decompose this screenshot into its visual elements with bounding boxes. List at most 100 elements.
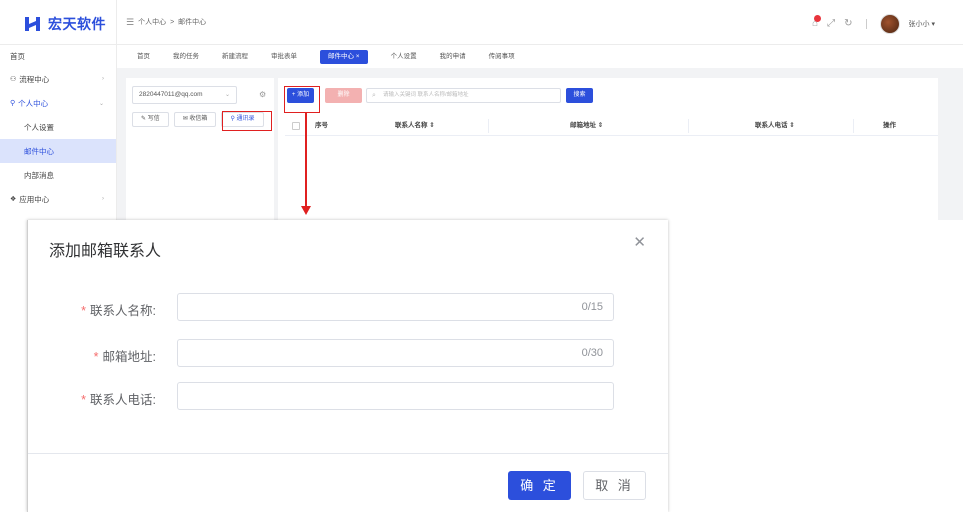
required-mark: * [81, 393, 87, 407]
chevron-down-icon: ⌄ [224, 92, 230, 98]
tab-new-process[interactable]: 新建流程 [222, 48, 248, 66]
breadcrumb-separator: > [170, 18, 175, 26]
breadcrumb: ☰ 个人中心 > 邮件中心 [126, 17, 206, 27]
tab-approval-form[interactable]: 审批表单 [271, 48, 297, 66]
mail-folder-panel: 2820447011@qq.com ⌄ ⚙ ✎ 写信 ✉ 收信箱 ⚲ 通讯录 [126, 78, 274, 220]
add-contact-dialog: 添加邮箱联系人 ✕ * 联系人名称: 0/15 * 邮箱地址: 0/30 * 联系人电… [27, 220, 668, 512]
app-name: 宏天软件 [48, 16, 106, 32]
tab-circulation[interactable]: 传阅事项 [489, 48, 515, 66]
sidebar-item-label: 个人中心 [18, 98, 49, 108]
column-header-phone[interactable]: 联系人电话 ⇕ [755, 116, 795, 136]
tab-my-tasks[interactable]: 我的任务 [173, 48, 199, 66]
sidebar-item-label: 流程中心 [19, 74, 50, 84]
contacts-table-panel: + 添加 删除 ⌕ 请输入关键词 联系人名称/邮箱地址 搜索 序号 联系人名称 … [278, 78, 938, 220]
sidebar-item-app-center[interactable]: ❖ 应用中心 › [0, 187, 116, 211]
notification-icon[interactable]: ⌂ [812, 15, 822, 29]
search-icon: ⌕ [372, 92, 376, 99]
search-placeholder: 请输入关键词 联系人名称/邮箱地址 [383, 92, 469, 98]
select-all-checkbox[interactable] [292, 122, 300, 130]
app-icon: ❖ [10, 196, 17, 203]
sidebar-item-label: 首页 [10, 51, 25, 61]
field-label: * 邮箱地址: [94, 346, 156, 365]
menu-toggle-icon[interactable]: ☰ [126, 17, 134, 27]
search-input[interactable]: ⌕ 请输入关键词 联系人名称/邮箱地址 [366, 88, 561, 103]
sidebar-item-label: 个人设置 [24, 122, 54, 132]
sidebar-item-internal-messages[interactable]: 内部消息 [0, 163, 116, 187]
column-header-contact-name[interactable]: 联系人名称 ⇕ [395, 116, 435, 136]
breadcrumb-item[interactable]: 个人中心 [138, 17, 166, 27]
required-mark: * [93, 350, 99, 364]
app-logo[interactable]: 宏天软件 [24, 14, 106, 34]
refresh-icon[interactable]: ↻ [844, 19, 852, 29]
tab-my-applications[interactable]: 我的申请 [440, 48, 466, 66]
logo-icon [24, 15, 42, 33]
column-divider [853, 119, 854, 133]
dialog-edge [27, 220, 28, 512]
table-header: 序号 联系人名称 ⇕ 邮箱地址 ⇕ 联系人电话 ⇕ 操作 [285, 116, 938, 136]
field-label-text: 联系人名称: [90, 304, 156, 318]
sidebar: 首页 ⚇ 流程中心 › ⚲ 个人中心 ⌄ 个人设置 邮件中心 内部消息 ❖ 应用… [0, 45, 117, 220]
account-select[interactable]: 2820447011@qq.com ⌄ [132, 86, 237, 104]
inbox-button[interactable]: ✉ 收信箱 [173, 112, 217, 127]
compose-label: 写信 [147, 116, 160, 122]
close-icon[interactable]: ✕ [633, 235, 646, 250]
sidebar-item-label: 应用中心 [19, 194, 50, 204]
user-icon: ⚲ [10, 100, 16, 107]
sidebar-item-process-center[interactable]: ⚇ 流程中心 › [0, 67, 116, 91]
tab-personal-settings[interactable]: 个人设置 [391, 48, 417, 66]
cancel-button[interactable]: 取 消 [583, 471, 646, 500]
dialog-title: 添加邮箱联系人 [49, 243, 162, 260]
form-row-email: * 邮箱地址: 0/30 [27, 339, 668, 369]
sidebar-item-home[interactable]: 首页 [0, 45, 116, 67]
annotation-arrow-head [301, 206, 311, 215]
column-header-actions: 操作 [883, 122, 896, 129]
phone-input[interactable] [177, 382, 614, 410]
account-value: 2820447011@qq.com [139, 91, 203, 98]
header-separator [865, 19, 867, 29]
breadcrumb-item: 邮件中心 [178, 19, 207, 26]
inbox-label: 收信箱 [189, 116, 208, 122]
flow-icon: ⚇ [10, 76, 17, 83]
gear-icon[interactable]: ⚙ [259, 90, 266, 99]
field-label: * 联系人名称: [81, 300, 156, 319]
tab-bar: 首页 我的任务 新建流程 审批表单 邮件中心 × 个人设置 我的申请 传阅事项 [117, 48, 963, 66]
search-button[interactable]: 搜索 [566, 88, 593, 103]
sidebar-item-mail-center[interactable]: 邮件中心 [0, 139, 116, 163]
field-label: * 联系人电话: [81, 389, 156, 408]
annotation-arrow-line [305, 112, 307, 208]
form-row-phone: * 联系人电话: [27, 382, 668, 412]
sidebar-item-personal-settings[interactable]: 个人设置 [0, 115, 116, 139]
field-label-text: 邮箱地址: [102, 350, 156, 364]
char-counter: 0/15 [581, 301, 603, 313]
user-menu[interactable]: 张小小 ▾ [909, 19, 935, 29]
sidebar-item-personal-center[interactable]: ⚲ 个人中心 ⌄ [0, 91, 116, 115]
top-header: 宏天软件 ☰ 个人中心 > 邮件中心 ⌂ ⤢ ↻ 张小小 ▾ [0, 0, 963, 45]
annotation-highlight-box [222, 111, 272, 131]
column-divider [488, 119, 489, 133]
column-header-index: 序号 [315, 122, 328, 129]
chevron-right-icon: › [102, 196, 104, 202]
notification-dot [814, 15, 822, 22]
header-divider [116, 0, 117, 45]
tab-home[interactable]: 首页 [137, 48, 150, 66]
field-label-text: 联系人电话: [90, 393, 156, 407]
avatar[interactable] [879, 14, 900, 34]
annotation-highlight-box [284, 86, 320, 113]
char-counter: 0/30 [581, 347, 603, 359]
email-input[interactable]: 0/30 [177, 339, 614, 367]
sidebar-item-label: 邮件中心 [24, 146, 54, 156]
column-header-email[interactable]: 邮箱地址 ⇕ [570, 116, 603, 136]
required-mark: * [81, 304, 87, 318]
compose-button[interactable]: ✎ 写信 [132, 112, 169, 127]
chevron-right-icon: › [102, 76, 104, 82]
fullscreen-icon[interactable]: ⤢ [827, 19, 835, 29]
confirm-button[interactable]: 确 定 [508, 471, 571, 500]
contact-name-input[interactable]: 0/15 [177, 293, 614, 321]
form-row-contact-name: * 联系人名称: 0/15 [27, 293, 668, 323]
column-divider [688, 119, 689, 133]
dialog-footer-divider [27, 453, 668, 454]
delete-button[interactable]: 删除 [325, 88, 362, 103]
tab-mail-center[interactable]: 邮件中心 × [320, 50, 368, 64]
header-actions: ⌂ ⤢ ↻ 张小小 ▾ [812, 14, 935, 34]
chevron-down-icon: ⌄ [98, 100, 104, 107]
